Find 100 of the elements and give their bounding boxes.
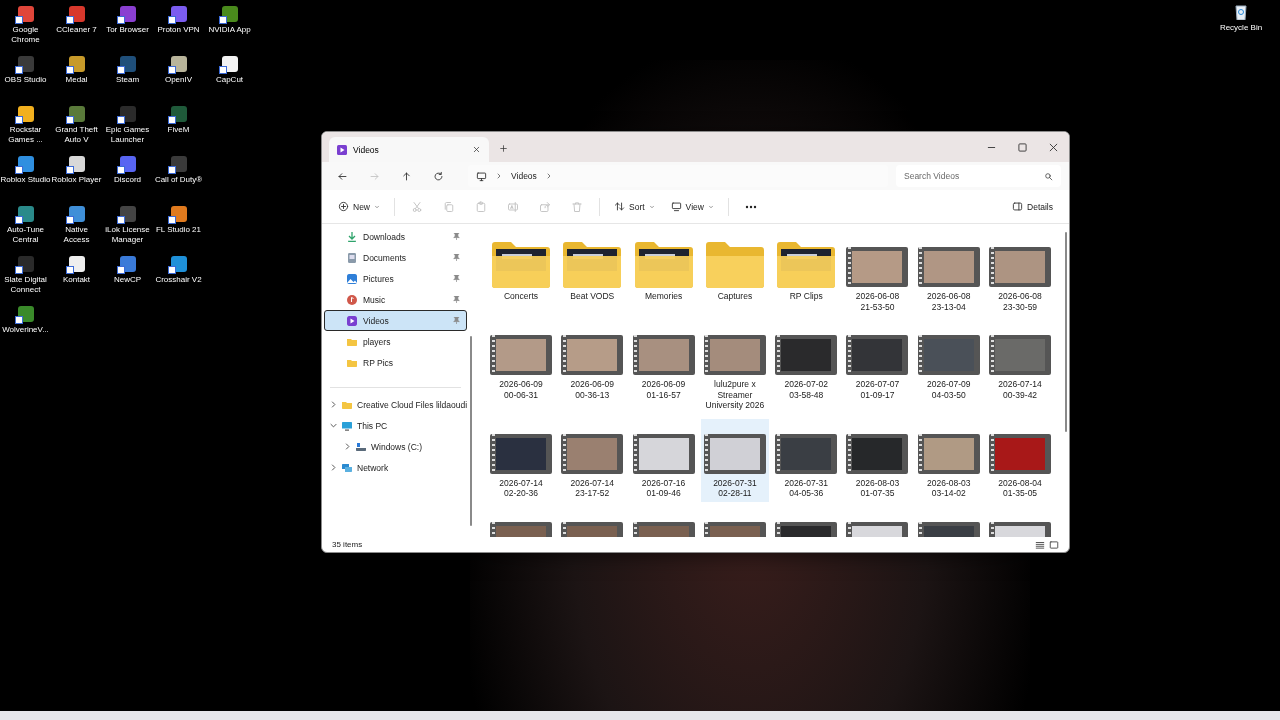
file-name: Concerts [503,291,539,302]
view-button[interactable]: View [664,194,720,219]
shortcut-label[interactable]: NVIDIA App [204,25,255,35]
sidebar-item[interactable]: Music [324,289,467,310]
file-name: 2026-07-31 04-05-36 [783,477,829,499]
sidebar-item[interactable]: Videos [324,310,467,331]
video-file-item[interactable]: 2026-07-07 01-09-17 [843,320,912,414]
shortcut-label[interactable]: Call of Duty® [153,175,204,185]
file-name: 2026-07-14 00-39-42 [997,379,1043,400]
chevron-right-icon[interactable] [330,464,337,471]
caret-icon [648,203,655,210]
tree-item[interactable]: Windows (C:) [322,436,467,457]
details-pane-icon [1012,201,1023,212]
shortcut-label[interactable]: FiveM [153,125,204,135]
video-file-item[interactable]: 2026-07-31 02-28-11 [700,418,769,502]
shortcut-label[interactable]: OpenIV [153,75,204,85]
sidebar-item[interactable]: Downloads [324,226,467,247]
scrollbar-thumb[interactable] [470,336,472,526]
chevron-down-icon[interactable] [330,422,337,429]
close-icon [472,145,481,154]
new-button[interactable]: New [332,194,386,219]
shortcut-label[interactable]: Google Chrome [0,25,51,45]
shortcut-label[interactable]: iLok License Manager [102,225,153,245]
video-file-item[interactable]: 2026-06-09 00-06-31 [487,320,555,414]
scrollbar-thumb[interactable] [1065,232,1067,432]
video-file-item[interactable]: 2026-06-09 01-16-57 [629,320,698,414]
shortcut-label[interactable]: Auto-Tune Central [0,225,51,245]
sidebar-item[interactable]: players [324,331,467,352]
file-name: Beat VODS [569,291,616,302]
shortcut-label[interactable]: Tor Browser [102,25,153,35]
close-icon[interactable] [1049,142,1058,152]
shortcut-label[interactable]: Medal [51,75,102,85]
shortcut-label[interactable]: Crosshair V2 [153,275,204,285]
video-file-item[interactable]: 2026-07-14 23-17-52 [558,418,627,502]
shortcut-label[interactable]: Recycle Bin [1216,23,1266,33]
sidebar-item[interactable]: RP Pics [324,352,467,373]
folder-item[interactable]: Captures [700,232,769,315]
video-file-item[interactable]: 2026-06-08 21-53-50 [843,232,912,315]
monitor-icon [670,201,682,212]
search-field[interactable]: Search Videos [896,165,1061,187]
shortcut-label[interactable]: Discord [102,175,153,185]
shortcut-label[interactable]: Proton VPN [153,25,204,35]
file-name: 2026-07-14 23-17-52 [569,477,616,499]
chevron-right-icon[interactable] [330,401,337,408]
shortcut-label[interactable]: Grand Theft Auto V [51,125,102,145]
file-name: 2026-07-16 01-09-46 [640,477,687,499]
tree-item[interactable]: Network [322,457,467,478]
shortcut-label[interactable]: NewCP [102,275,153,285]
window-tab[interactable]: Videos [329,137,489,162]
sidebar-item[interactable]: Documents [324,247,467,268]
tree-item[interactable]: This PC [322,415,467,436]
video-file-item[interactable]: 2026-07-14 00-39-42 [986,320,1055,414]
caret-icon [707,203,714,210]
file-name: RP Clips [788,291,824,302]
file-name: 2026-06-08 23-13-04 [926,291,972,312]
video-file-item[interactable]: lulu2pure x Streamer University 2026 [700,320,769,414]
shortcut-label[interactable]: Epic Games Launcher [102,125,153,145]
shortcut-label[interactable]: Roblox Player [51,175,102,185]
video-file-item[interactable]: 2026-07-14 02-20-36 [487,418,555,502]
shortcut-label[interactable]: OBS Studio [0,75,51,85]
video-file-item[interactable]: 2026-07-09 04-03-50 [914,320,983,414]
shortcut-label[interactable]: FL Studio 21 [153,225,204,235]
maximize-icon[interactable] [1018,142,1027,152]
shortcut-label[interactable]: Slate Digital Connect [0,275,51,295]
shortcut-label[interactable]: Rockstar Games ... [0,125,51,145]
shortcut-label[interactable]: CCleaner 7 [51,25,102,35]
shortcut-label[interactable]: Roblox Studio [0,175,51,185]
video-file-item[interactable]: 2026-08-03 01-07-35 [843,418,912,502]
video-file-item[interactable]: 2026-06-08 23-13-04 [914,232,983,315]
sort-icon [614,201,625,212]
caret-icon [374,203,380,210]
shortcut-label[interactable]: Native Access [51,225,102,245]
sort-button[interactable]: Sort [608,194,661,219]
sidebar-item[interactable]: Pictures [324,268,467,289]
chevron-right-icon[interactable] [344,443,351,450]
folder-item[interactable]: RP Clips [772,232,841,315]
video-file-item[interactable]: 2026-07-02 03-58-48 [772,320,841,414]
folder-item[interactable]: Concerts [487,232,555,315]
file-name: 2026-06-08 23-30-59 [997,291,1043,312]
folder-item[interactable]: Memories [629,232,698,315]
more-options-icon[interactable] [744,204,757,209]
tree-item[interactable]: Creative Cloud Files lildaoudi [322,394,467,415]
plus-icon [499,144,508,153]
shortcut-label[interactable]: WolverineV... [0,325,51,335]
video-file-item[interactable]: 2026-08-04 01-35-05 [986,418,1055,502]
search-icon [1044,171,1053,181]
video-file-item[interactable]: 2026-06-08 23-30-59 [986,232,1055,315]
details-button[interactable]: Details [1006,194,1059,219]
file-name: 2026-07-02 03-58-48 [783,379,829,400]
video-file-item[interactable]: 2026-07-16 01-09-46 [629,418,698,502]
shortcut-label[interactable]: CapCut [204,75,255,85]
video-file-item[interactable]: 2026-07-31 04-05-36 [772,418,841,502]
shortcut-label[interactable]: Steam [102,75,153,85]
folder-item[interactable]: Beat VODS [558,232,627,315]
video-file-item[interactable]: 2026-06-09 00-36-13 [558,320,627,414]
breadcrumb[interactable]: Videos [511,171,537,181]
file-name: 2026-06-09 00-36-13 [569,379,616,400]
tiles-view-icon [1049,539,1059,550]
video-file-item[interactable]: 2026-08-03 03-14-02 [914,418,983,502]
shortcut-label[interactable]: Kontakt [51,275,102,285]
